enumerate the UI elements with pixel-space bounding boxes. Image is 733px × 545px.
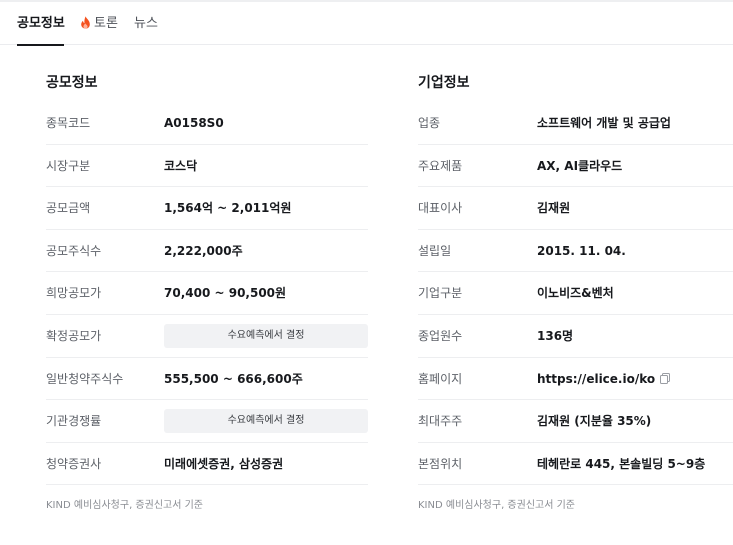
info-row-company-type: 기업구분 이노비즈&벤처 — [418, 272, 733, 315]
row-value: 소프트웨어 개발 및 공급업 — [537, 116, 671, 130]
copy-icon[interactable] — [660, 372, 671, 384]
row-label: 본점위치 — [418, 456, 463, 471]
pending-badge: 수요예측에서 결정 — [164, 409, 368, 434]
pending-badge: 수요예측에서 결정 — [164, 323, 368, 348]
row-value: 2,222,000주 — [164, 243, 243, 258]
info-row-founded: 설립일 2015. 11. 04. — [418, 230, 733, 273]
tab-ipo-info[interactable]: 공모정보 — [17, 2, 65, 46]
row-label: 종업원수 — [418, 328, 463, 343]
row-label: 기업구분 — [418, 286, 463, 301]
tab-news[interactable]: 뉴스 — [134, 2, 158, 45]
row-label: 청약증권사 — [46, 456, 102, 471]
row-label: 주요제품 — [418, 158, 463, 173]
row-label: 종목코드 — [46, 116, 91, 130]
row-label: 설립일 — [418, 243, 452, 258]
tab-label: 토론 — [94, 16, 118, 31]
row-value: 김재원 (지분율 35%) — [537, 414, 652, 429]
source-note: KIND 예비심사청구, 증권신고서 기준 — [418, 500, 576, 512]
row-label: 공모주식수 — [46, 243, 102, 258]
info-row-underwriters: 청약증권사 미래에셋증권, 삼성증권 — [46, 443, 368, 486]
company-info-title: 기업정보 — [418, 75, 470, 91]
row-label: 기관경쟁률 — [46, 414, 102, 429]
tab-discussion[interactable]: 토론 — [80, 2, 118, 45]
info-row-main-products: 주요제품 AX, AI클라우드 — [418, 145, 733, 188]
homepage-link[interactable]: https://elice.io/ko — [537, 372, 655, 386]
row-label: 희망공모가 — [46, 286, 102, 301]
row-value: 테헤란로 445, 본솔빌딩 5~9층 — [537, 456, 706, 471]
row-value: 이노비즈&벤처 — [537, 286, 614, 301]
row-label: 최대주주 — [418, 414, 463, 429]
fire-icon — [81, 16, 90, 29]
row-value: 1,564억 ~ 2,011억원 — [164, 201, 292, 216]
row-value: 김재원 — [537, 201, 571, 216]
row-label: 시장구분 — [46, 158, 91, 173]
row-label: 공모금액 — [46, 201, 91, 216]
row-label: 확정공모가 — [46, 328, 102, 343]
row-label: 일반청약주식수 — [46, 371, 124, 386]
row-value: 136명 — [537, 328, 574, 343]
info-row-institution-ratio: 기관경쟁률 수요예측에서 결정 — [46, 400, 368, 443]
info-row-largest-shareholder: 최대주주 김재원 (지분율 35%) — [418, 400, 733, 443]
info-row-offering-shares: 공모주식수 2,222,000주 — [46, 230, 368, 273]
info-row-desired-price: 희망공모가 70,400 ~ 90,500원 — [46, 272, 368, 315]
info-row-homepage: 홈페이지 https://elice.io/ko — [418, 358, 733, 401]
row-value: A0158S0 — [164, 116, 224, 130]
row-label: 대표이사 — [418, 201, 463, 216]
row-value: 70,400 ~ 90,500원 — [164, 286, 287, 301]
info-row-market: 시장구분 코스닥 — [46, 145, 368, 188]
tab-label: 공모정보 — [17, 16, 65, 31]
info-row-ceo: 대표이사 김재원 — [418, 187, 733, 230]
homepage-value: https://elice.io/ko — [537, 358, 671, 400]
company-info-section: 기업정보 업종 소프트웨어 개발 및 공급업 주요제품 AX, AI클라우드 대… — [418, 64, 733, 511]
tab-label: 뉴스 — [134, 16, 158, 31]
row-label: 업종 — [418, 116, 441, 130]
info-row-employees: 종업원수 136명 — [418, 315, 733, 358]
info-row-final-price: 확정공모가 수요예측에서 결정 — [46, 315, 368, 358]
source-note: KIND 예비심사청구, 증권신고서 기준 — [46, 500, 204, 512]
info-row-offering-amount: 공모금액 1,564억 ~ 2,011억원 — [46, 187, 368, 230]
row-value: 2015. 11. 04. — [537, 243, 626, 258]
ipo-info-title: 공모정보 — [46, 75, 98, 91]
ipo-info-section: 공모정보 종목코드 A0158S0 시장구분 코스닥 공모금액 1,564억 ~… — [46, 64, 368, 511]
row-label: 홈페이지 — [418, 371, 463, 386]
row-value: 미래에셋증권, 삼성증권 — [164, 456, 284, 471]
tab-bar: 공모정보 토론 뉴스 — [0, 2, 733, 46]
info-row-stock-code: 종목코드 A0158S0 — [46, 102, 368, 145]
row-value: 코스닥 — [164, 158, 198, 173]
info-row-headquarters: 본점위치 테헤란로 445, 본솔빌딩 5~9층 — [418, 443, 733, 486]
info-row-industry: 업종 소프트웨어 개발 및 공급업 — [418, 102, 733, 145]
row-value: 555,500 ~ 666,600주 — [164, 371, 303, 386]
row-value: AX, AI클라우드 — [537, 158, 623, 173]
info-row-general-shares: 일반청약주식수 555,500 ~ 666,600주 — [46, 358, 368, 401]
